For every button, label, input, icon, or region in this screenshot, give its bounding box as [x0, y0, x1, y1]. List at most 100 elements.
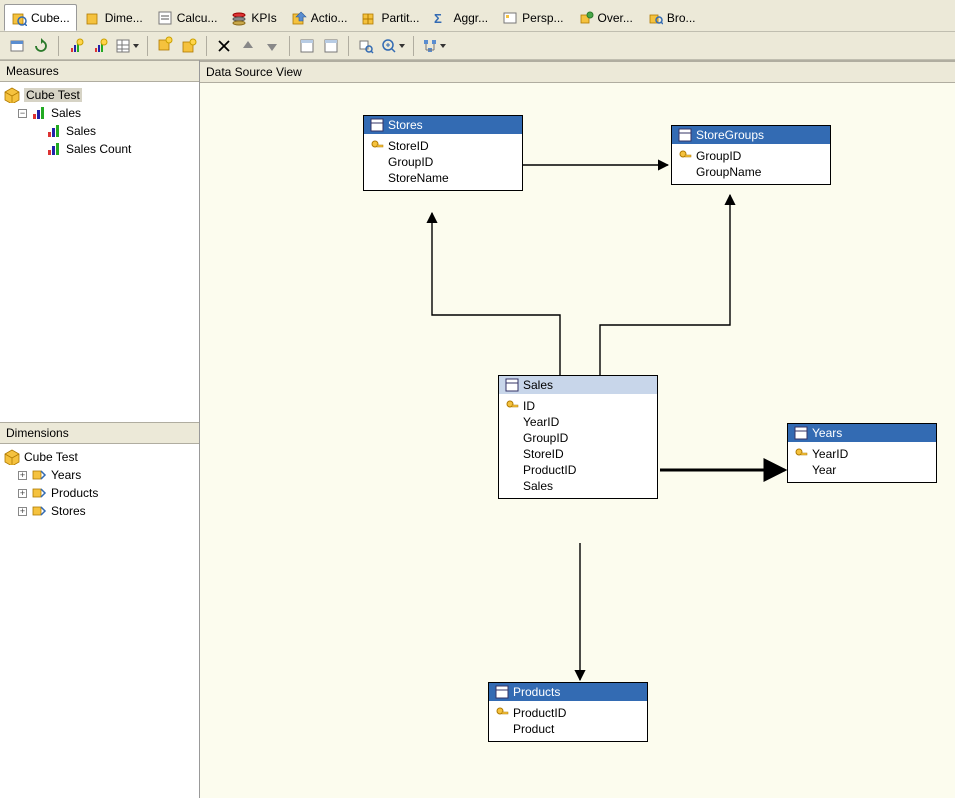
- column-label: ID: [523, 399, 535, 413]
- table-title: Products: [513, 685, 560, 699]
- dimensions-root-label: Cube Test: [24, 450, 78, 464]
- tab-calculations[interactable]: Calcu...: [151, 4, 224, 31]
- tab-browser[interactable]: Bro...: [641, 4, 702, 31]
- toolbar-btn-table-b[interactable]: [320, 35, 342, 57]
- dimensions-root[interactable]: Cube Test: [2, 448, 197, 466]
- measure-group[interactable]: − Sales: [2, 104, 197, 122]
- table-columns: ID YearID GroupID StoreID ProductID Sale…: [499, 394, 657, 498]
- dimension-item[interactable]: + Stores: [2, 502, 197, 520]
- table-header[interactable]: Stores: [364, 116, 522, 134]
- toolbar-btn-tree-view[interactable]: [420, 35, 448, 57]
- column-label: Year: [812, 463, 836, 477]
- toolbar-btn-table-a[interactable]: [296, 35, 318, 57]
- expand-toggle[interactable]: +: [18, 489, 27, 498]
- toolbar-separator: [206, 36, 207, 56]
- tab-strip: Cube... Dime... Calcu... KPIs Actio... P…: [0, 0, 955, 32]
- aggregation-icon: Σ: [433, 10, 449, 26]
- tab-aggregations[interactable]: Σ Aggr...: [427, 4, 494, 31]
- table-sales[interactable]: Sales ID YearID GroupID StoreID ProductI…: [498, 375, 658, 499]
- table-column[interactable]: GroupName: [678, 164, 824, 180]
- dimension-label: Stores: [51, 504, 86, 518]
- table-column[interactable]: YearID: [794, 446, 930, 462]
- toolbar-btn-refresh[interactable]: [30, 35, 52, 57]
- toolbar-btn-1[interactable]: [6, 35, 28, 57]
- perspective-icon: [502, 10, 518, 26]
- collapse-toggle[interactable]: −: [18, 109, 27, 118]
- column-label: StoreName: [388, 171, 449, 185]
- table-years[interactable]: Years YearID Year: [787, 423, 937, 483]
- tab-label: Over...: [598, 11, 633, 25]
- table-column[interactable]: Sales: [505, 478, 651, 494]
- toolbar-separator: [58, 36, 59, 56]
- dimension-icon: [31, 485, 47, 501]
- toolbar-btn-delete[interactable]: [213, 35, 235, 57]
- table-title: Years: [812, 426, 842, 440]
- toolbar-btn-grid[interactable]: [113, 35, 141, 57]
- measure-item[interactable]: Sales: [2, 122, 197, 140]
- measure-item[interactable]: Sales Count: [2, 140, 197, 158]
- toolbar-btn-add-dim[interactable]: [154, 35, 176, 57]
- main: Measures Cube Test − Sales Sales Sales C…: [0, 60, 955, 798]
- toolbar: [0, 32, 955, 60]
- table-column[interactable]: StoreID: [505, 446, 651, 462]
- tab-kpis[interactable]: KPIs: [225, 4, 282, 31]
- table-header[interactable]: StoreGroups: [672, 126, 830, 144]
- tab-dimensions[interactable]: Dime...: [79, 4, 149, 31]
- toolbar-btn-move-down[interactable]: [261, 35, 283, 57]
- toolbar-btn-zoom[interactable]: [379, 35, 407, 57]
- column-label: GroupID: [388, 155, 433, 169]
- table-column[interactable]: StoreName: [370, 170, 516, 186]
- dimension-item[interactable]: + Products: [2, 484, 197, 502]
- tab-label: Aggr...: [453, 11, 488, 25]
- table-icon: [370, 118, 384, 132]
- table-column[interactable]: ID: [505, 398, 651, 414]
- data-source-view: Data Source View: [200, 60, 955, 798]
- tab-overview[interactable]: Over...: [572, 4, 639, 31]
- table-column[interactable]: ProductID: [505, 462, 651, 478]
- table-column[interactable]: StoreID: [370, 138, 516, 154]
- toolbar-btn-move-up[interactable]: [237, 35, 259, 57]
- table-storegroups[interactable]: StoreGroups GroupID GroupName: [671, 125, 831, 185]
- toolbar-btn-new-measure[interactable]: [65, 35, 87, 57]
- table-column[interactable]: GroupID: [678, 148, 824, 164]
- table-header[interactable]: Years: [788, 424, 936, 442]
- expand-toggle[interactable]: +: [18, 507, 27, 516]
- cube-icon: [4, 449, 20, 465]
- table-header[interactable]: Products: [489, 683, 647, 701]
- measures-root[interactable]: Cube Test: [2, 86, 197, 104]
- table-stores[interactable]: Stores StoreID GroupID StoreName: [363, 115, 523, 191]
- tab-perspectives[interactable]: Persp...: [496, 4, 569, 31]
- toolbar-btn-find[interactable]: [355, 35, 377, 57]
- column-label: StoreID: [523, 447, 564, 461]
- table-column[interactable]: YearID: [505, 414, 651, 430]
- column-label: Product: [513, 722, 554, 736]
- toolbar-btn-add-linked[interactable]: [178, 35, 200, 57]
- partition-icon: [361, 10, 377, 26]
- measures-panel: Cube Test − Sales Sales Sales Count: [0, 82, 199, 422]
- table-column[interactable]: GroupID: [370, 154, 516, 170]
- tab-cube[interactable]: Cube...: [4, 4, 77, 31]
- dimension-label: Years: [51, 468, 81, 482]
- table-column[interactable]: GroupID: [505, 430, 651, 446]
- dimension-item[interactable]: + Years: [2, 466, 197, 484]
- kpi-icon: [231, 10, 247, 26]
- measures-title: Measures: [6, 64, 59, 78]
- table-column[interactable]: Year: [794, 462, 930, 478]
- measure-label: Sales: [66, 124, 96, 138]
- tab-partitions[interactable]: Partit...: [355, 4, 425, 31]
- dimensions-title: Dimensions: [6, 426, 69, 440]
- dsv-canvas[interactable]: Stores StoreID GroupID StoreName: [200, 85, 955, 798]
- tab-label: Cube...: [31, 11, 70, 25]
- bar-chart-icon: [46, 141, 62, 157]
- tab-actions[interactable]: Actio...: [285, 4, 354, 31]
- table-columns: ProductID Product: [489, 701, 647, 741]
- toolbar-btn-new-measure-group[interactable]: [89, 35, 111, 57]
- measures-root-label: Cube Test: [24, 88, 82, 102]
- table-icon: [495, 685, 509, 699]
- table-column[interactable]: ProductID: [495, 705, 641, 721]
- table-column[interactable]: Product: [495, 721, 641, 737]
- dimension-label: Products: [51, 486, 98, 500]
- table-products[interactable]: Products ProductID Product: [488, 682, 648, 742]
- expand-toggle[interactable]: +: [18, 471, 27, 480]
- table-header[interactable]: Sales: [499, 376, 657, 394]
